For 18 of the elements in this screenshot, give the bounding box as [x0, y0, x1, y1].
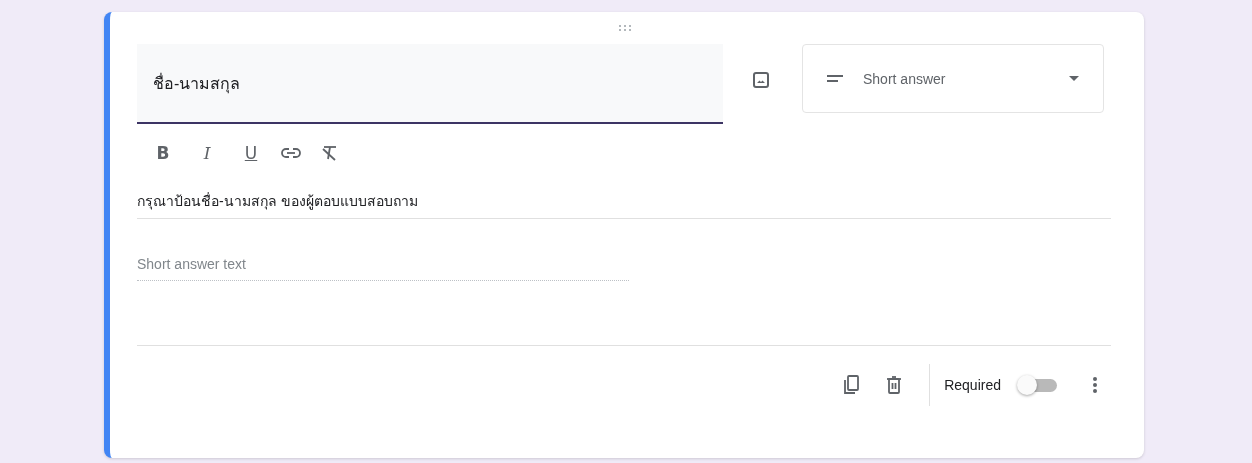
bold-button[interactable]: B — [149, 143, 177, 163]
copy-icon[interactable] — [843, 375, 860, 395]
delete-icon[interactable] — [887, 376, 902, 394]
clear-formatting-icon[interactable] — [321, 145, 339, 161]
question-description[interactable]: กรุณาป้อนชื่อ-นามสกุล ของผู้ตอบแบบสอบถาม — [137, 182, 1111, 219]
italic-button[interactable]: I — [193, 143, 221, 163]
image-icon[interactable] — [753, 72, 769, 88]
question-type-dropdown[interactable]: Short answer — [802, 44, 1104, 113]
link-icon[interactable] — [281, 148, 301, 158]
short-answer-field: Short answer text — [137, 256, 629, 281]
underline-button[interactable]: U — [237, 143, 265, 163]
caret-icon — [1069, 76, 1079, 81]
required-label: Required — [944, 377, 1001, 393]
short-text-icon — [827, 74, 843, 83]
required-toggle[interactable] — [1017, 374, 1057, 396]
drag-handle-icon[interactable] — [617, 25, 632, 31]
question-title-field[interactable]: ชื่อ-นามสกุล — [137, 44, 723, 124]
more-options-icon[interactable] — [1093, 377, 1097, 393]
